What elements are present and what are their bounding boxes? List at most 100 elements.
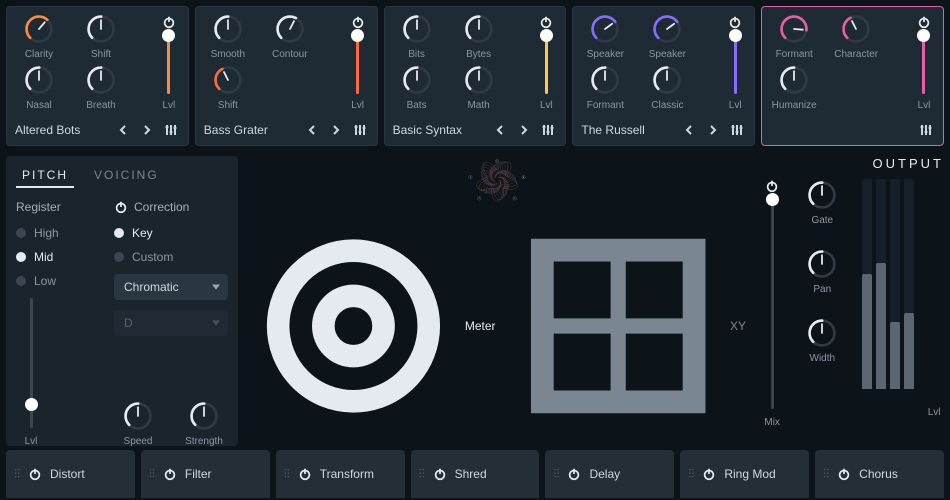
preset-name[interactable]: Bass Grater xyxy=(204,123,297,137)
sliders-icon[interactable] xyxy=(162,121,180,139)
math-knob[interactable]: Math xyxy=(455,64,503,111)
drag-handle-icon[interactable]: ⫶⫶ xyxy=(284,467,290,482)
speed-knob[interactable]: Speed xyxy=(114,400,162,447)
voice-module-3[interactable]: SpeakerSpeakerFormantClassic LvlThe Russ… xyxy=(572,6,755,146)
voice-module-2[interactable]: Bits Bytes Bats Math Lvl Basic Syntax xyxy=(384,6,567,146)
power-icon[interactable] xyxy=(433,467,447,481)
next-preset-button[interactable] xyxy=(515,121,533,139)
middle-row: PITCH VOICING Register High Mid Low Lvl … xyxy=(0,146,950,450)
voice-level-slider[interactable]: Lvl xyxy=(533,15,559,111)
prev-preset-button[interactable] xyxy=(491,121,509,139)
bytes-knob[interactable]: Bytes xyxy=(455,13,503,60)
sliders-icon[interactable] xyxy=(917,121,935,139)
output-meter-4 xyxy=(904,179,914,389)
voice-level-slider[interactable]: Lvl xyxy=(722,15,748,111)
fx-shred[interactable]: ⫶⫶ Shred xyxy=(411,450,540,498)
mix-slider[interactable]: Mix xyxy=(756,179,788,428)
mode-key[interactable]: Key xyxy=(114,226,228,240)
preset-name[interactable]: The Russell xyxy=(581,123,674,137)
fx-transform[interactable]: ⫶⫶ Transform xyxy=(276,450,405,498)
power-icon[interactable] xyxy=(114,200,128,214)
drag-handle-icon[interactable]: ⫶⫶ xyxy=(14,467,20,482)
width-knob[interactable]: Width xyxy=(798,317,846,364)
output-meter-3 xyxy=(890,179,900,389)
mode-meter[interactable]: Meter xyxy=(248,206,496,446)
fx-distort[interactable]: ⫶⫶ Distort xyxy=(6,450,135,498)
next-preset-button[interactable] xyxy=(138,121,156,139)
next-preset-button[interactable] xyxy=(327,121,345,139)
shift-knob[interactable]: Shift xyxy=(204,64,252,111)
voice-module-1[interactable]: Smooth Contour Shift Lvl Bass Grater xyxy=(195,6,378,146)
power-icon[interactable] xyxy=(539,15,553,29)
tab-pitch[interactable]: PITCH xyxy=(16,164,74,188)
sliders-icon[interactable] xyxy=(728,121,746,139)
voice-level-slider[interactable]: Lvl xyxy=(911,15,937,111)
speaker-knob[interactable]: Speaker xyxy=(581,13,629,60)
smooth-knob[interactable]: Smooth xyxy=(204,13,252,60)
sliders-icon[interactable] xyxy=(539,121,557,139)
breath-knob[interactable]: Breath xyxy=(77,64,125,111)
voice-module-0[interactable]: Clarity Shift Nasal Breath Lvl Altered Bots xyxy=(6,6,189,146)
power-icon[interactable] xyxy=(567,467,581,481)
humanize-knob[interactable]: Humanize xyxy=(770,64,818,111)
power-icon[interactable] xyxy=(162,15,176,29)
preset-name[interactable]: Altered Bots xyxy=(15,123,108,137)
power-icon[interactable] xyxy=(702,467,716,481)
fx-name: Transform xyxy=(320,467,374,481)
pitch-level-slider[interactable]: Lvl xyxy=(16,298,46,447)
scale-select[interactable]: Chromatic xyxy=(114,274,228,300)
gate-knob[interactable]: Gate xyxy=(798,179,846,226)
visualizer[interactable]: P B C T V Meter XY xyxy=(248,156,746,446)
visualizer-svg: P B C T V xyxy=(248,156,746,202)
drag-handle-icon[interactable]: ⫶⫶ xyxy=(149,467,155,482)
power-icon[interactable] xyxy=(351,15,365,29)
drag-handle-icon[interactable]: ⫶⫶ xyxy=(823,467,829,482)
preset-name[interactable]: Basic Syntax xyxy=(393,123,486,137)
mode-xy[interactable]: XY xyxy=(512,206,746,446)
root-select[interactable]: D xyxy=(114,310,228,336)
register-low[interactable]: Low xyxy=(16,274,96,288)
sliders-icon[interactable] xyxy=(351,121,369,139)
contour-knob[interactable]: Contour xyxy=(266,13,314,60)
drag-handle-icon[interactable]: ⫶⫶ xyxy=(553,467,559,482)
prev-preset-button[interactable] xyxy=(303,121,321,139)
prev-preset-button[interactable] xyxy=(680,121,698,139)
power-icon[interactable] xyxy=(917,15,931,29)
clarity-knob[interactable]: Clarity xyxy=(15,13,63,60)
voice-level-slider[interactable]: Lvl xyxy=(156,15,182,111)
voice-level-slider[interactable]: Lvl xyxy=(345,15,371,111)
classic-knob[interactable]: Classic xyxy=(643,64,691,111)
formant-knob[interactable]: Formant xyxy=(770,13,818,60)
power-icon[interactable] xyxy=(163,467,177,481)
prev-preset-button[interactable] xyxy=(114,121,132,139)
register-mid[interactable]: Mid xyxy=(16,250,96,264)
output-meter-1 xyxy=(862,179,872,389)
mode-custom[interactable]: Custom xyxy=(114,250,228,264)
fx-chorus[interactable]: ⫶⫶ Chorus xyxy=(815,450,944,498)
shift-knob[interactable]: Shift xyxy=(77,13,125,60)
bats-knob[interactable]: Bats xyxy=(393,64,441,111)
character-knob[interactable]: Character xyxy=(832,13,880,60)
register-high[interactable]: High xyxy=(16,226,96,240)
fx-filter[interactable]: ⫶⫶ Filter xyxy=(141,450,270,498)
bits-knob[interactable]: Bits xyxy=(393,13,441,60)
power-icon[interactable] xyxy=(837,467,851,481)
pan-knob[interactable]: Pan xyxy=(798,248,846,295)
next-preset-button[interactable] xyxy=(704,121,722,139)
fx-ring-mod[interactable]: ⫶⫶ Ring Mod xyxy=(680,450,809,498)
power-icon[interactable] xyxy=(298,467,312,481)
tab-voicing[interactable]: VOICING xyxy=(88,164,165,188)
drag-handle-icon[interactable]: ⫶⫶ xyxy=(688,467,694,482)
drag-handle-icon[interactable]: ⫶⫶ xyxy=(419,467,425,482)
fx-name: Shred xyxy=(455,467,487,481)
voice-module-4[interactable]: Formant Character Humanize Lvl xyxy=(761,6,944,146)
speaker-knob[interactable]: Speaker xyxy=(643,13,691,60)
power-icon[interactable] xyxy=(28,467,42,481)
formant-knob[interactable]: Formant xyxy=(581,64,629,111)
power-icon[interactable] xyxy=(728,15,742,29)
output-lvl-label: Lvl xyxy=(928,407,941,418)
strength-knob[interactable]: Strength xyxy=(180,400,228,447)
nasal-knob[interactable]: Nasal xyxy=(15,64,63,111)
power-icon[interactable] xyxy=(765,179,779,193)
fx-delay[interactable]: ⫶⫶ Delay xyxy=(545,450,674,498)
